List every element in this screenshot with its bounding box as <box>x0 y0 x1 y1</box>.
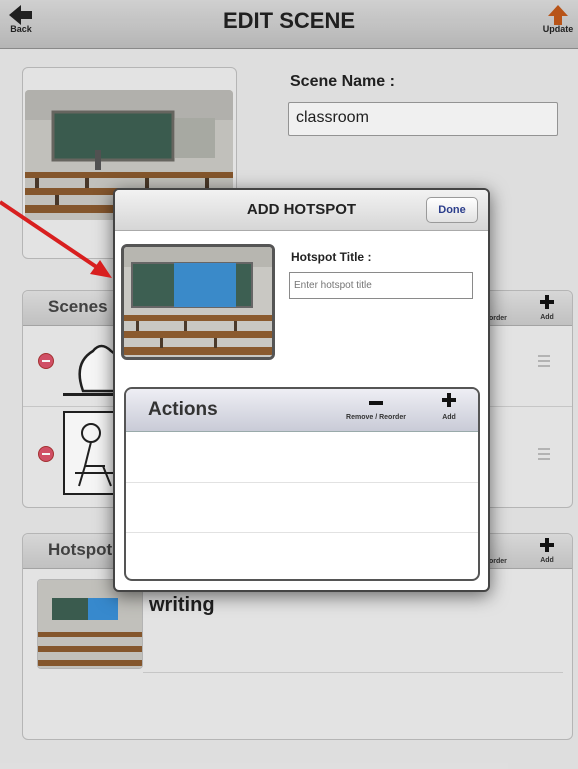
hotspot-title-label: Hotspot Title : <box>291 250 372 264</box>
minus-icon <box>369 401 383 405</box>
hotspot-preview-image[interactable] <box>121 244 275 360</box>
actions-remove-reorder-button[interactable]: Remove / Reorder <box>341 393 411 421</box>
plus-icon <box>442 393 456 407</box>
action-row-divider <box>126 482 478 483</box>
actions-title: Actions <box>148 399 218 420</box>
actions-add-label: Add <box>442 414 456 421</box>
actions-header: Actions Remove / Reorder Add <box>126 389 478 432</box>
hotspot-title-input[interactable] <box>289 272 473 299</box>
action-row-divider <box>126 532 478 533</box>
actions-remove-reorder-label: Remove / Reorder <box>346 414 406 421</box>
add-hotspot-dialog: ADD HOTSPOT Done Hotspot Title : Actions… <box>113 188 490 592</box>
actions-panel: Actions Remove / Reorder Add <box>124 387 480 581</box>
dialog-header: ADD HOTSPOT Done <box>115 190 488 231</box>
done-button[interactable]: Done <box>426 197 478 223</box>
actions-add-button[interactable]: Add <box>436 393 462 421</box>
